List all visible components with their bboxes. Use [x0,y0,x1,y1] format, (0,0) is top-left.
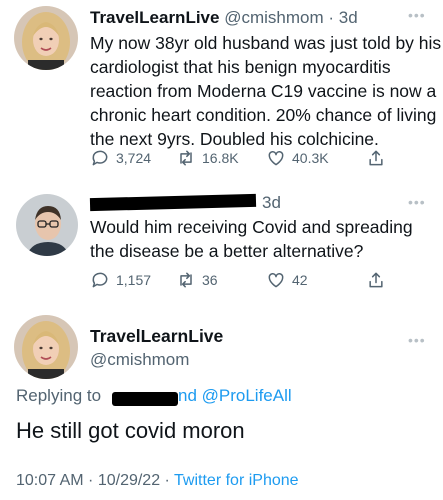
tweet-actions: 1,157 36 42 [90,270,440,290]
like-button[interactable]: 42 [266,270,308,290]
tweet-focused[interactable]: TravelLearnLive @cmishmom ••• Replying t… [0,305,443,500]
more-icon[interactable]: ••• [408,195,426,209]
more-icon[interactable]: ••• [408,333,426,347]
reply-count: 1,157 [116,272,152,288]
handle[interactable]: @cmishmom [90,350,189,370]
reply-icon [92,150,108,166]
tweet-meta: 10:07 AM · 10/29/22 · Twitter for iPhone [16,471,299,491]
display-name[interactable]: TravelLearnLive [90,8,219,27]
tweet-text: He still got covid moron [16,418,245,443]
like-count: 40.3K [292,150,329,166]
avatar[interactable] [14,315,78,379]
retweet-icon [180,272,192,288]
more-icon[interactable]: ••• [408,8,426,22]
avatar-woman-icon [14,315,78,379]
tweet-timestamp[interactable]: 10:07 AM · 10/29/22 · [16,472,170,489]
avatar[interactable] [16,194,78,256]
share-icon [369,272,383,288]
retweet-button[interactable]: 16.8K [176,148,239,168]
tweet-reply[interactable]: 3d ••• Would him receiving Covid and spr… [0,185,443,305]
retweet-count: 36 [202,272,218,288]
avatar-woman-icon [14,6,78,70]
avatar-man-icon [16,194,78,256]
like-icon [268,272,284,288]
replying-to: Replying to [16,386,101,406]
reply-button[interactable]: 3,724 [90,148,151,168]
redacted-handle-bar [112,392,178,406]
tweet-header: TravelLearnLive @cmishmom · 3d [90,8,358,28]
retweet-count: 16.8K [202,150,239,166]
retweet-icon [180,150,192,166]
share-button[interactable] [366,148,386,168]
tweet-text: Would him receiving Covid and spreading … [90,217,413,261]
reply-icon [92,272,108,288]
reply-count: 3,724 [116,150,152,166]
handle[interactable]: @cmishmom [224,8,323,27]
tweet-source[interactable]: Twitter for iPhone [174,472,299,489]
avatar[interactable] [14,6,78,70]
tweet-actions: 3,724 16.8K 40.3K [90,148,440,168]
like-icon [268,150,284,166]
tweet-text: My now 38yr old husband was just told by… [90,33,442,149]
like-button[interactable]: 40.3K [266,148,329,168]
tweet-original[interactable]: TravelLearnLive @cmishmom · 3d ••• My no… [0,0,443,185]
retweet-button[interactable]: 36 [176,270,218,290]
share-icon [369,150,383,166]
tweet-header: 3d [262,193,281,213]
display-name[interactable]: TravelLearnLive [90,326,223,346]
timestamp[interactable]: · 3d [328,8,357,27]
timestamp[interactable]: 3d [262,193,281,212]
like-count: 42 [292,272,308,288]
share-button[interactable] [366,270,386,290]
redacted-name-bar [89,193,257,212]
reply-button[interactable]: 1,157 [90,270,151,290]
replying-to-mentions[interactable]: nd @ProLifeAll [178,386,292,406]
replying-to-prefix: Replying to [16,386,102,405]
